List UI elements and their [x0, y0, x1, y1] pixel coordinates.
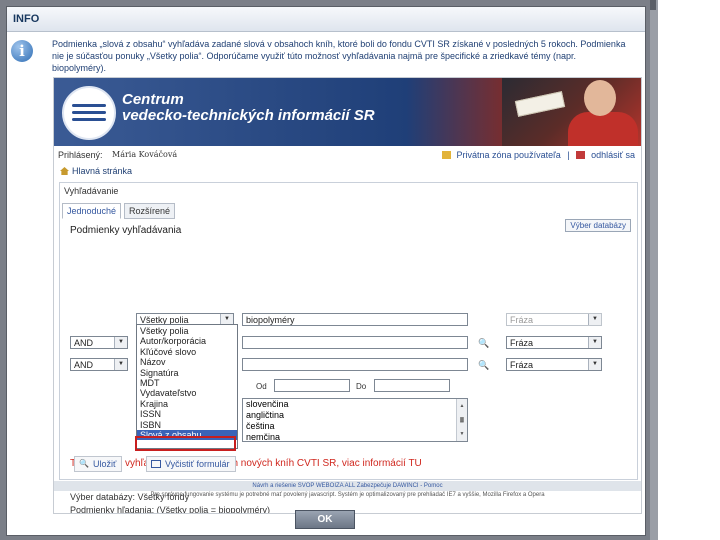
conditions-title: Podmienky vyhľadávania: [70, 225, 182, 236]
save-button[interactable]: 🔍 Uložiť: [74, 456, 123, 472]
year-from-input[interactable]: [274, 379, 350, 392]
language-option[interactable]: angličtina: [246, 410, 467, 421]
search-icon[interactable]: 🔍: [478, 338, 489, 348]
search-panel: Vyhľadávanie Jednoduché Rozšírené Podmie…: [59, 182, 638, 513]
chevron-down-icon: ▼: [114, 359, 127, 370]
dropdown-option[interactable]: ISSN: [137, 409, 237, 419]
search-icon[interactable]: 🔍: [478, 360, 489, 370]
dropdown-option[interactable]: Názov: [137, 357, 237, 367]
user-links: Privátna zóna používateľa | odhlásiť sa: [438, 150, 635, 160]
operator-select-row2[interactable]: AND ▼: [70, 336, 128, 349]
user-name: Mária Kováčová: [112, 150, 178, 159]
mode-select-row1[interactable]: Fráza ▼: [506, 313, 602, 326]
language-option[interactable]: slovenčina: [246, 399, 467, 410]
cvti-logo-icon: [62, 86, 116, 140]
info-dialog: INFO i Podmienka „slová z obsahu“ vyhľad…: [6, 6, 646, 536]
home-icon: [60, 167, 69, 175]
login-label: Prihlásený:: [58, 150, 103, 160]
save-icon: 🔍: [79, 459, 89, 468]
dropdown-option[interactable]: ISBN: [137, 420, 237, 430]
dropdown-option[interactable]: Kľúčové slovo: [137, 347, 237, 357]
chevron-down-icon: ▼: [588, 337, 601, 348]
clear-icon: [151, 460, 161, 468]
search-input-row1[interactable]: biopolyméry: [242, 313, 468, 326]
chevron-down-icon: ▼: [588, 359, 601, 370]
operator-select-row3-value: AND: [74, 360, 94, 370]
footer-note: Pre správne fungovanie systému je potreb…: [150, 492, 545, 498]
mode-select-row2-value: Fráza: [510, 338, 534, 348]
logout-link[interactable]: odhlásiť sa: [591, 150, 635, 160]
site-title: Centrum vedecko-technických informácií S…: [122, 92, 375, 124]
tab-simple[interactable]: Jednoduché: [62, 203, 122, 219]
window-edge: [650, 0, 658, 540]
language-option[interactable]: čeština: [246, 421, 467, 432]
language-list-scrollbar[interactable]: ▲ ▓ ▼: [456, 399, 467, 441]
language-option[interactable]: nemčina: [246, 432, 467, 443]
clear-form-button[interactable]: Vyčistiť formulár: [146, 456, 236, 472]
user-bar: Prihlásený: Mária Kováčová Privátna zóna…: [54, 148, 641, 164]
footer-links[interactable]: Návrh a riešenie SVOP WEBOIZA ALL Zabezp…: [54, 481, 641, 491]
window-edge-top: [650, 0, 656, 10]
ok-button[interactable]: OK: [295, 510, 355, 529]
conditions-summary: Podmienky hľadania: (Všetky polia = biop…: [70, 505, 270, 514]
site-title-line1: Centrum: [122, 91, 184, 108]
operator-select-row3[interactable]: AND ▼: [70, 358, 128, 371]
dropdown-option[interactable]: MDT: [137, 378, 237, 388]
folder-icon: [441, 151, 451, 159]
site-banner: Centrum vedecko-technických informácií S…: [54, 78, 641, 146]
highlight-box: [135, 436, 236, 451]
year-to-input[interactable]: [374, 379, 450, 392]
language-list[interactable]: slovenčina angličtina čeština nemčina ▲ ▓…: [242, 398, 468, 442]
mode-select-row2[interactable]: Fráza ▼: [506, 336, 602, 349]
mode-select-row1-value: Fráza: [510, 315, 534, 325]
home-link-row: Hlavná stránka: [60, 166, 132, 176]
dialog-message: Podmienka „slová z obsahu“ vyhľadáva zad…: [52, 39, 626, 73]
search-input-row3[interactable]: [242, 358, 468, 371]
site-title-line2: vedecko-technických informácií SR: [122, 107, 375, 124]
search-panel-title: Vyhľadávanie: [64, 186, 119, 196]
logout-icon: [576, 151, 586, 159]
dropdown-option[interactable]: Signatúra: [137, 368, 237, 378]
mode-select-row3[interactable]: Fráza ▼: [506, 358, 602, 371]
dialog-title: INFO: [7, 7, 645, 32]
dropdown-option[interactable]: Krajina: [137, 399, 237, 409]
dropdown-option[interactable]: Všetky polia: [137, 326, 237, 336]
home-link[interactable]: Hlavná stránka: [72, 166, 132, 176]
private-zone-link[interactable]: Privátna zóna používateľa: [457, 150, 561, 160]
website-screenshot: Centrum vedecko-technických informácií S…: [53, 77, 642, 514]
search-input-row2[interactable]: [242, 336, 468, 349]
dropdown-option[interactable]: Autor/korporácia: [137, 336, 237, 346]
tip-text[interactable]: TIP: využite vyhľadávanie v obsahoch nov…: [70, 458, 422, 469]
year-from-label: Od: [256, 382, 267, 391]
chevron-down-icon: ▼: [588, 314, 601, 325]
tab-advanced[interactable]: Rozšírené: [124, 203, 176, 219]
dropdown-option[interactable]: Vydavateľstvo: [137, 388, 237, 398]
clear-form-button-label: Vyčistiť formulár: [165, 459, 230, 469]
operator-select-row2-value: AND: [74, 338, 94, 348]
link-separator: |: [567, 150, 570, 160]
select-database-button[interactable]: Výber databázy: [565, 219, 631, 232]
year-to-label: Do: [356, 382, 367, 391]
chevron-down-icon: ▼: [114, 337, 127, 348]
info-icon: i: [11, 40, 33, 62]
mode-select-row3-value: Fráza: [510, 360, 534, 370]
banner-photo: [502, 78, 641, 146]
field-dropdown-list[interactable]: Všetky polia Autor/korporácia Kľúčové sl…: [136, 324, 238, 449]
save-button-label: Uložiť: [93, 459, 117, 469]
